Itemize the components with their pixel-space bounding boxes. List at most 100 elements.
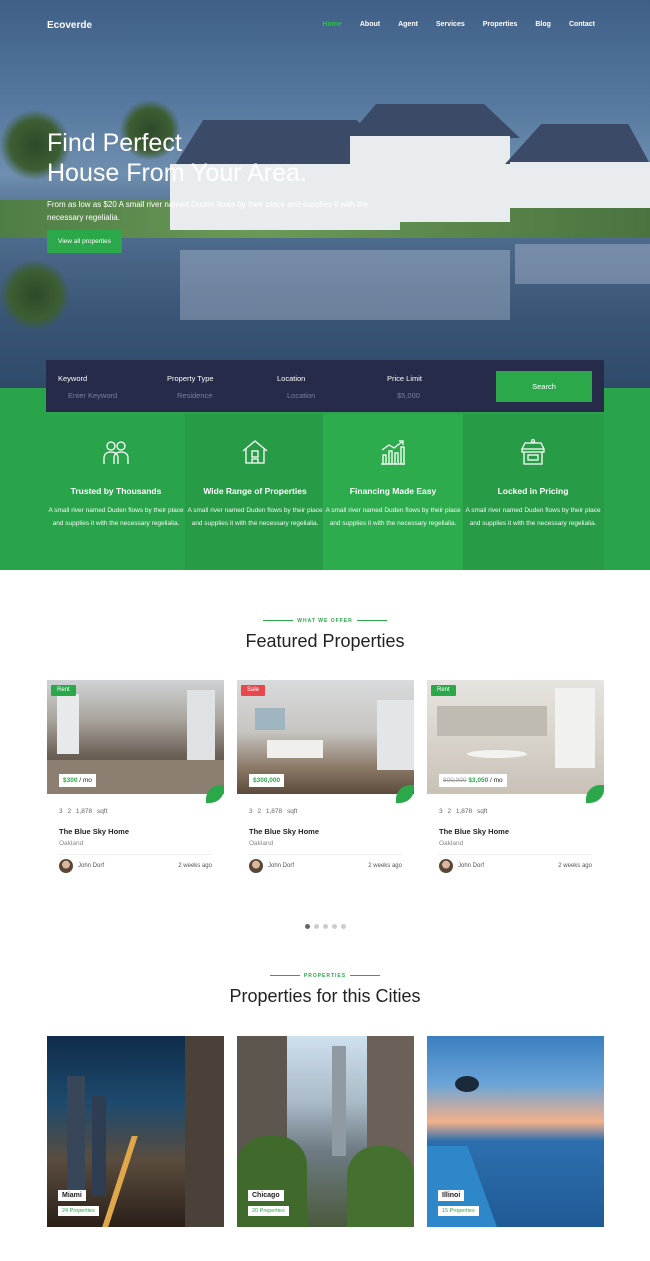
room-window xyxy=(555,688,595,768)
building xyxy=(92,1096,106,1196)
street-lights xyxy=(102,1136,138,1227)
beds-count: 3 xyxy=(59,808,63,815)
city-card[interactable]: Illinoi 15 Properties xyxy=(427,1036,604,1227)
carousel-dot[interactable] xyxy=(322,924,328,929)
kitchen-table xyxy=(467,750,527,758)
city-property-count: 24 Properties xyxy=(58,1206,99,1216)
eyebrow-text: PROPERTIES xyxy=(303,973,347,979)
property-meta: 3 2 1,878 sqft xyxy=(59,808,107,815)
area-size: 1,878 sqft xyxy=(455,808,488,815)
agent-name[interactable]: John Dorf xyxy=(78,863,104,869)
feature-text: A small river named Duden flows by their… xyxy=(48,507,184,527)
room-painting xyxy=(255,708,285,730)
search-location-field[interactable]: Location Location xyxy=(277,374,372,400)
carousel-dot[interactable] xyxy=(331,924,337,929)
property-title[interactable]: The Blue Sky Home xyxy=(59,827,129,836)
feature-title: Wide Range of Properties xyxy=(203,486,307,496)
posted-time: 2 weeks ago xyxy=(558,863,592,869)
property-card[interactable]: Sale $300,000 3 2 1,878 sqft The Blue Sk… xyxy=(237,680,414,890)
city-property-count: 15 Properties xyxy=(438,1206,479,1216)
city-property-count: 20 Properties xyxy=(248,1206,289,1216)
property-meta: 3 2 1,878 sqft xyxy=(439,808,487,815)
growth-chart-icon xyxy=(378,437,408,467)
card-divider xyxy=(249,854,402,855)
property-search-bar: Keyword Enter Keyword Property Type Resi… xyxy=(46,360,604,412)
location-input[interactable]: Location xyxy=(277,391,372,400)
baths-count: 2 xyxy=(257,808,262,815)
building xyxy=(332,1046,346,1156)
city-card[interactable]: Chicago 20 Properties xyxy=(237,1036,414,1227)
listing-tag: Sale xyxy=(241,685,266,696)
hero-title-line1: Find Perfect xyxy=(47,129,182,157)
property-title[interactable]: The Blue Sky Home xyxy=(249,827,319,836)
search-field-label: Property Type xyxy=(167,374,214,383)
city-card[interactable]: Miami 24 Properties xyxy=(47,1036,224,1227)
hero-subtitle: From as low as $20 A small river named D… xyxy=(47,200,369,222)
carousel-dot[interactable] xyxy=(313,924,319,929)
nav-item-contact[interactable]: Contact xyxy=(569,21,595,28)
palm-tree xyxy=(0,260,70,330)
property-title[interactable]: The Blue Sky Home xyxy=(439,827,509,836)
house-body xyxy=(510,162,650,208)
nav-item-agent[interactable]: Agent xyxy=(398,21,418,28)
agent-avatar xyxy=(439,859,453,873)
room-sofa xyxy=(267,740,323,758)
city-name: Chicago xyxy=(248,1190,284,1201)
card-divider xyxy=(59,854,212,855)
feature-text: A small river named Duden flows by their… xyxy=(465,507,601,527)
search-button[interactable]: Search xyxy=(496,371,592,402)
nav-menu: Home About Agent Services Properties Blo… xyxy=(322,21,595,28)
agent-name[interactable]: John Dorf xyxy=(458,863,484,869)
old-price: 800,000 xyxy=(443,777,467,784)
store-icon xyxy=(518,437,548,467)
room-window xyxy=(377,700,414,770)
search-price-field[interactable]: Price Limit $5,000 xyxy=(387,374,482,400)
house-icon xyxy=(240,437,270,467)
beds-count: 3 xyxy=(439,808,443,815)
kitchen-cabinets xyxy=(437,706,547,736)
carousel-dots xyxy=(0,916,650,934)
nav-item-blog[interactable]: Blog xyxy=(535,21,551,28)
baths-count: 2 xyxy=(67,808,72,815)
search-type-field[interactable]: Property Type Residence xyxy=(167,374,262,400)
palm-silhouette xyxy=(455,1076,479,1092)
building xyxy=(67,1076,85,1196)
people-icon xyxy=(101,437,131,467)
trees xyxy=(347,1146,414,1227)
hero-section xyxy=(0,0,650,388)
nav-item-about[interactable]: About xyxy=(360,21,380,28)
price-value: $3,050 xyxy=(468,777,489,784)
eyebrow-line xyxy=(350,975,381,977)
feature-card: Wide Range of Properties A small river n… xyxy=(186,437,324,530)
nav-item-properties[interactable]: Properties xyxy=(483,21,518,28)
price-limit-select[interactable]: $5,000 xyxy=(387,391,482,400)
property-location: Oakland xyxy=(249,840,274,847)
logo[interactable]: Ecoverde xyxy=(47,20,92,31)
carousel-dot[interactable] xyxy=(340,924,346,929)
view-all-properties-button[interactable]: View all properties xyxy=(47,230,122,253)
search-field-label: Keyword xyxy=(58,374,88,383)
nav-item-home[interactable]: Home xyxy=(322,21,341,28)
property-card[interactable]: Rent $300 / mo 3 2 1,878 sqft The Blue S… xyxy=(47,680,224,890)
property-card[interactable]: Rent 800,000 $3,050 / mo 3 2 1,878 sqft … xyxy=(427,680,604,890)
price-label: $300 / mo xyxy=(59,774,96,787)
house-roof xyxy=(505,124,650,164)
property-location: Oakland xyxy=(59,840,84,847)
keyword-input[interactable]: Enter Keyword xyxy=(58,391,153,400)
property-location: Oakland xyxy=(439,840,464,847)
eyebrow-text: WHAT WE OFFER xyxy=(297,618,353,624)
price-label: 800,000 $3,050 / mo xyxy=(439,774,507,787)
property-type-select[interactable]: Residence xyxy=(167,391,262,400)
feature-text: A small river named Duden flows by their… xyxy=(187,507,323,527)
nav-item-services[interactable]: Services xyxy=(436,21,465,28)
section-heading: Properties for this Cities xyxy=(229,986,421,1006)
carousel-dot[interactable] xyxy=(304,924,310,929)
agent-name[interactable]: John Dorf xyxy=(268,863,294,869)
feature-title: Financing Made Easy xyxy=(349,486,437,496)
search-keyword-field[interactable]: Keyword Enter Keyword xyxy=(58,374,153,400)
agent-avatar xyxy=(249,859,263,873)
feature-card: Trusted by Thousands A small river named… xyxy=(47,437,185,530)
baths-count: 2 xyxy=(447,808,452,815)
feature-title: Trusted by Thousands xyxy=(70,486,162,496)
agent-avatar xyxy=(59,859,73,873)
